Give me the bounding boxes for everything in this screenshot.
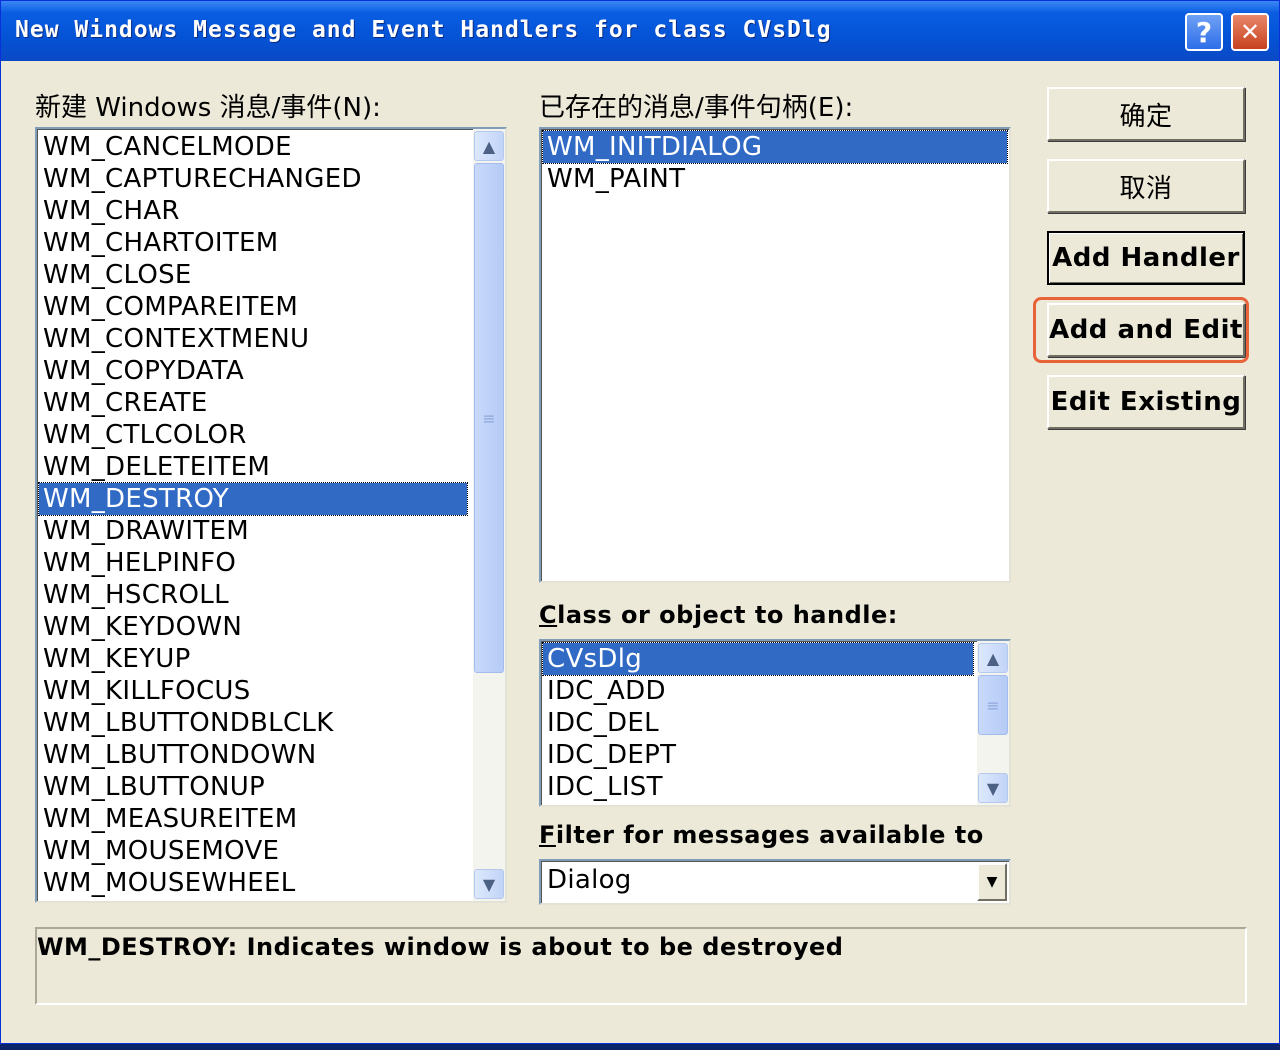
list-item[interactable]: WM_CLOSE (39, 259, 467, 291)
list-item[interactable]: WM_MOUSEMOVE (39, 835, 467, 867)
list-item[interactable]: WM_LBUTTONDOWN (39, 739, 467, 771)
ok-button[interactable]: 确定 (1047, 87, 1245, 141)
filter-dropdown-button[interactable]: ▼ (977, 863, 1007, 901)
filter-label-text: ilter for messages available to (555, 821, 984, 849)
list-item[interactable]: WM_KEYUP (39, 643, 467, 675)
dropdown-arrow-icon: ▼ (986, 874, 998, 890)
list-item[interactable]: WM_CTLCOLOR (39, 419, 467, 451)
new-messages-label: 新建 Windows 消息/事件(N): (35, 93, 381, 123)
list-item[interactable]: WM_LBUTTONUP (39, 771, 467, 803)
class-scroll-up-button[interactable]: ▲ (978, 643, 1008, 673)
list-item[interactable]: WM_HSCROLL (39, 579, 467, 611)
list-item[interactable]: WM_MOUSEWHEEL (39, 867, 467, 899)
chevron-down-icon: ▼ (482, 874, 496, 894)
scroll-up-button[interactable]: ▲ (474, 131, 504, 161)
filter-combobox[interactable]: Dialog ▼ (539, 859, 1011, 905)
existing-handlers-listbox[interactable]: WM_INITDIALOG WM_PAINT (539, 127, 1011, 583)
list-item[interactable]: WM_CONTEXTMENU (39, 323, 467, 355)
existing-handlers-label: 已存在的消息/事件句柄(E): (539, 93, 854, 123)
list-item[interactable]: WM_CREATE (39, 387, 467, 419)
class-scroll-down-button[interactable]: ▼ (978, 773, 1008, 803)
list-item[interactable]: WM_DELETEITEM (39, 451, 467, 483)
list-item[interactable]: IDC_DEPT (543, 739, 973, 771)
list-item[interactable]: WM_KILLFOCUS (39, 675, 467, 707)
window-title: New Windows Message and Event Handlers f… (15, 17, 832, 43)
list-item[interactable]: WM_INITDIALOG (542, 130, 1008, 164)
list-item[interactable]: WM_CAPTURECHANGED (39, 163, 467, 195)
edit-existing-button[interactable]: Edit Existing (1047, 375, 1245, 429)
help-button[interactable]: ? (1185, 13, 1223, 51)
cancel-button[interactable]: 取消 (1047, 159, 1245, 213)
chevron-up-icon: ▲ (986, 648, 1000, 668)
dialog-window: New Windows Message and Event Handlers f… (0, 0, 1280, 1044)
help-icon: ? (1195, 15, 1213, 49)
grip-icon: ≡ (482, 408, 496, 428)
filter-label: Filter for messages available to (539, 821, 984, 849)
list-item[interactable]: WM_LBUTTONDBLCLK (39, 707, 467, 739)
list-item[interactable]: WM_COMPAREITEM (39, 291, 467, 323)
add-handler-button[interactable]: Add Handler (1047, 231, 1245, 285)
chevron-down-icon: ▼ (986, 778, 1000, 798)
message-description: WM_DESTROY: Indicates window is about to… (35, 927, 1247, 1005)
class-listbox[interactable]: CVsDlg IDC_ADD IDC_DEL IDC_DEPT IDC_LIST ▲ ≡… (539, 639, 1011, 807)
title-bar[interactable]: New Windows Message and Event Handlers f… (1, 1, 1279, 61)
list-item[interactable]: WM_CANCELMODE (39, 131, 467, 163)
existing-handlers-list: WM_INITDIALOG WM_PAINT (542, 130, 1008, 195)
list-item[interactable]: IDC_DEL (543, 707, 973, 739)
class-to-handle-label: Class or object to handle: (539, 601, 898, 629)
close-icon: ✕ (1239, 18, 1261, 46)
list-item[interactable]: WM_MEASUREITEM (39, 803, 467, 835)
list-item[interactable]: WM_HELPINFO (39, 547, 467, 579)
close-button[interactable]: ✕ (1231, 13, 1269, 51)
grip-icon: ≡ (986, 695, 1000, 715)
add-and-edit-highlight (1033, 297, 1249, 363)
new-messages-list: WM_CANCELMODE WM_CAPTURECHANGED WM_CHAR WM_… (38, 131, 468, 899)
add-handler-label: Add Handler (1052, 243, 1240, 273)
list-item[interactable]: IDC_ADD (543, 675, 973, 707)
scroll-down-button[interactable]: ▼ (474, 869, 504, 899)
list-item[interactable]: WM_CHAR (39, 195, 467, 227)
list-item[interactable]: WM_COPYDATA (39, 355, 467, 387)
filter-value: Dialog (547, 865, 632, 895)
list-item[interactable]: WM_KEYDOWN (39, 611, 467, 643)
list-item[interactable]: WM_PAINT (543, 163, 1007, 195)
class-to-handle-label-text: lass or object to handle: (557, 601, 898, 629)
list-item[interactable]: IDC_LIST (543, 771, 973, 803)
list-item[interactable]: WM_DRAWITEM (39, 515, 467, 547)
chevron-up-icon: ▲ (482, 136, 496, 156)
class-scrollbar[interactable]: ▲ ≡ ▼ (977, 641, 1009, 805)
scroll-thumb[interactable]: ≡ (474, 163, 504, 673)
new-messages-listbox[interactable]: WM_CANCELMODE WM_CAPTURECHANGED WM_CHAR WM_… (35, 127, 507, 903)
list-item[interactable]: CVsDlg (542, 642, 974, 676)
new-messages-scrollbar[interactable]: ▲ ≡ ▼ (473, 129, 505, 901)
list-item[interactable]: WM_DESTROY (38, 482, 468, 516)
list-item[interactable]: WM_CHARTOITEM (39, 227, 467, 259)
class-scroll-thumb[interactable]: ≡ (978, 675, 1008, 735)
class-list: CVsDlg IDC_ADD IDC_DEL IDC_DEPT IDC_LIST (542, 642, 974, 803)
edit-existing-label: Edit Existing (1050, 387, 1242, 417)
